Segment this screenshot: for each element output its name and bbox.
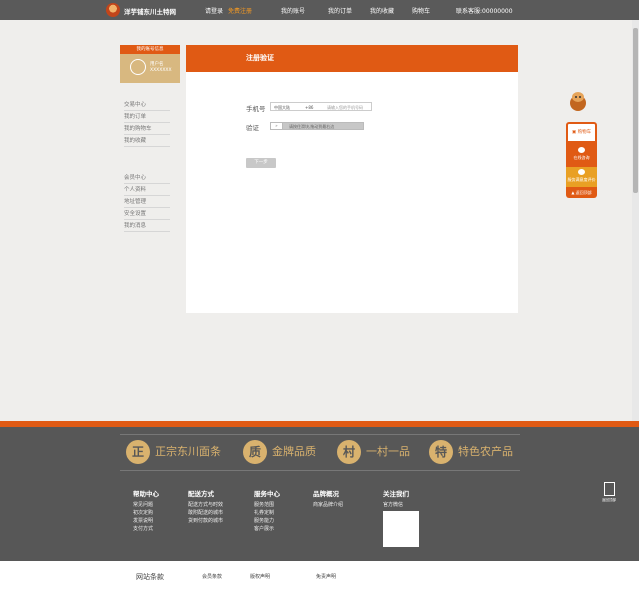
footer-link[interactable]: 商家品牌介绍 [313, 501, 343, 508]
promise-mark: 村 [337, 440, 361, 464]
cart-link[interactable]: 购物车 [412, 6, 430, 15]
my-orders-link[interactable]: 我的订单 [328, 6, 352, 15]
top-navigation-bar: 洋芋铺东川土特网 请登录 免费注册 我的账号 我的订单 我的收藏 购物车 联系客… [0, 0, 639, 20]
logo-icon[interactable] [106, 3, 120, 17]
footer-col-brand-title: 品牌概况 [313, 490, 339, 498]
disclaimer-link[interactable]: 免责声明 [316, 573, 336, 580]
divider [120, 434, 520, 435]
menu-member-center[interactable]: 会员中心 [124, 173, 170, 184]
member-terms-link[interactable]: 会员条款 [202, 573, 222, 580]
bottom-links-bar: 网站条款 会员条款 版权声明 免责声明 [0, 561, 639, 600]
footer-link[interactable]: 官方微信 [383, 501, 403, 508]
footer-back-to-top[interactable]: 返回顶部 [601, 482, 617, 503]
footer-link[interactable]: 客户展示 [254, 525, 274, 532]
menu-my-orders[interactable]: 我的订单 [124, 112, 170, 123]
terms-title: 网站条款 [136, 573, 164, 581]
footer-link[interactable]: 初次定购 [133, 509, 153, 516]
promise-mark: 质 [243, 440, 267, 464]
site-brand[interactable]: 洋芋铺东川土特网 [124, 6, 176, 16]
verify-label: 验证 [246, 124, 259, 132]
plus-icon [578, 169, 585, 175]
promise-village: 村一村一品 [337, 440, 410, 464]
divider [120, 470, 520, 471]
menu-my-favorites[interactable]: 我的收藏 [124, 136, 170, 147]
float-eval-label: 服务满意度评价 [567, 177, 596, 182]
promise-mark: 特 [429, 440, 453, 464]
my-account-link[interactable]: 我的账号 [281, 6, 305, 15]
float-back-to-top-button[interactable]: ▲ 返回顶部 [566, 187, 597, 198]
slider-hint: 请按住滑块,拖动到最右边 [289, 124, 335, 129]
float-chat-label: 在线咨询 [573, 155, 590, 160]
float-top-label: 返回顶部 [575, 190, 592, 195]
footer-col-delivery-title: 配送方式 [188, 490, 214, 498]
footer-col-follow-title: 关注我们 [383, 490, 409, 498]
username: 用户名 [150, 62, 164, 67]
footer-link[interactable]: 支付方式 [133, 525, 153, 532]
avatar[interactable] [130, 59, 146, 75]
scrollbar-thumb[interactable] [633, 28, 638, 193]
wechat-qr-code [383, 511, 419, 547]
menu-my-cart[interactable]: 我的购物车 [124, 124, 170, 135]
phone-input[interactable]: 中国大陆 +86 请输入您的手机号码 [270, 102, 372, 111]
arrow-up-icon [603, 482, 615, 496]
footer-link[interactable]: 敢附配送的城市 [188, 509, 223, 516]
footer: 正正宗东川面条 质金牌品质 村一村一品 特特色农产品 帮助中心 常见问题 初次定… [0, 427, 639, 561]
menu-trade-center[interactable]: 交易中心 [124, 100, 170, 111]
footer-col-help-title: 帮助中心 [133, 490, 159, 498]
footer-back-to-top-label: 返回顶部 [602, 498, 616, 502]
footer-link[interactable]: 发票说明 [133, 517, 153, 524]
float-cart-button[interactable]: ▣ 购物车 [566, 122, 597, 143]
float-chat-button[interactable]: 在线咨询 [566, 143, 597, 167]
footer-col-service-title: 服务中心 [254, 490, 280, 498]
next-button[interactable]: 下一步 [246, 158, 276, 168]
phone-field[interactable]: 请输入您的手机号码 [327, 105, 363, 111]
footer-link[interactable]: 礼券定制 [254, 509, 274, 516]
promise-mark: 正 [126, 440, 150, 464]
footer-link[interactable]: 服务能力 [254, 517, 274, 524]
footer-link[interactable]: 服务范围 [254, 501, 274, 508]
account-card-header: 我的账号信息 [120, 45, 180, 54]
panel-title: 注册验证 [186, 45, 518, 72]
copyright-link[interactable]: 版权声明 [250, 573, 270, 580]
login-link[interactable]: 请登录 [205, 6, 223, 15]
my-favorites-link[interactable]: 我的收藏 [370, 6, 394, 15]
customer-service-hotline: 联系客服:00000000 [456, 8, 513, 15]
register-link[interactable]: 免费注册 [228, 6, 252, 15]
promise-text: 特色农产品 [458, 445, 513, 458]
mascot-icon [570, 92, 586, 111]
scrollbar[interactable] [632, 20, 639, 421]
float-evaluation-button[interactable]: 服务满意度评价 [566, 167, 597, 187]
promise-text: 一村一品 [366, 445, 410, 458]
menu-security[interactable]: 安全设置 [124, 209, 170, 220]
menu-messages[interactable]: 我的消息 [124, 221, 170, 232]
footer-link[interactable]: 常见问题 [133, 501, 153, 508]
account-card: 我的账号信息 用户名 XXXXXXX [120, 45, 180, 83]
phone-label: 手机号 [246, 105, 266, 113]
menu-profile[interactable]: 个人资料 [124, 185, 170, 196]
country-code: +86 [305, 104, 314, 110]
user-id: XXXXXXX [150, 68, 172, 73]
menu-address[interactable]: 地址管理 [124, 197, 170, 208]
footer-link[interactable]: 配送方式与时效 [188, 501, 223, 508]
promise-quality: 质金牌品质 [243, 440, 316, 464]
promise-text: 正宗东川面条 [155, 445, 221, 458]
chat-icon [578, 147, 585, 153]
register-verify-panel: 注册验证 手机号 中国大陆 +86 请输入您的手机号码 验证 » 请按住滑块,拖… [186, 45, 518, 313]
slider-handle[interactable]: » [271, 123, 283, 129]
promise-specialty: 特特色农产品 [429, 440, 513, 464]
float-cart-label: 购物车 [577, 130, 592, 135]
slider-captcha[interactable]: » 请按住滑块,拖动到最右边 [270, 122, 364, 130]
footer-link[interactable]: 货到付款的城市 [188, 517, 223, 524]
promise-text: 金牌品质 [272, 445, 316, 458]
promise-authentic: 正正宗东川面条 [126, 440, 221, 464]
region-select[interactable]: 中国大陆 [274, 105, 290, 111]
